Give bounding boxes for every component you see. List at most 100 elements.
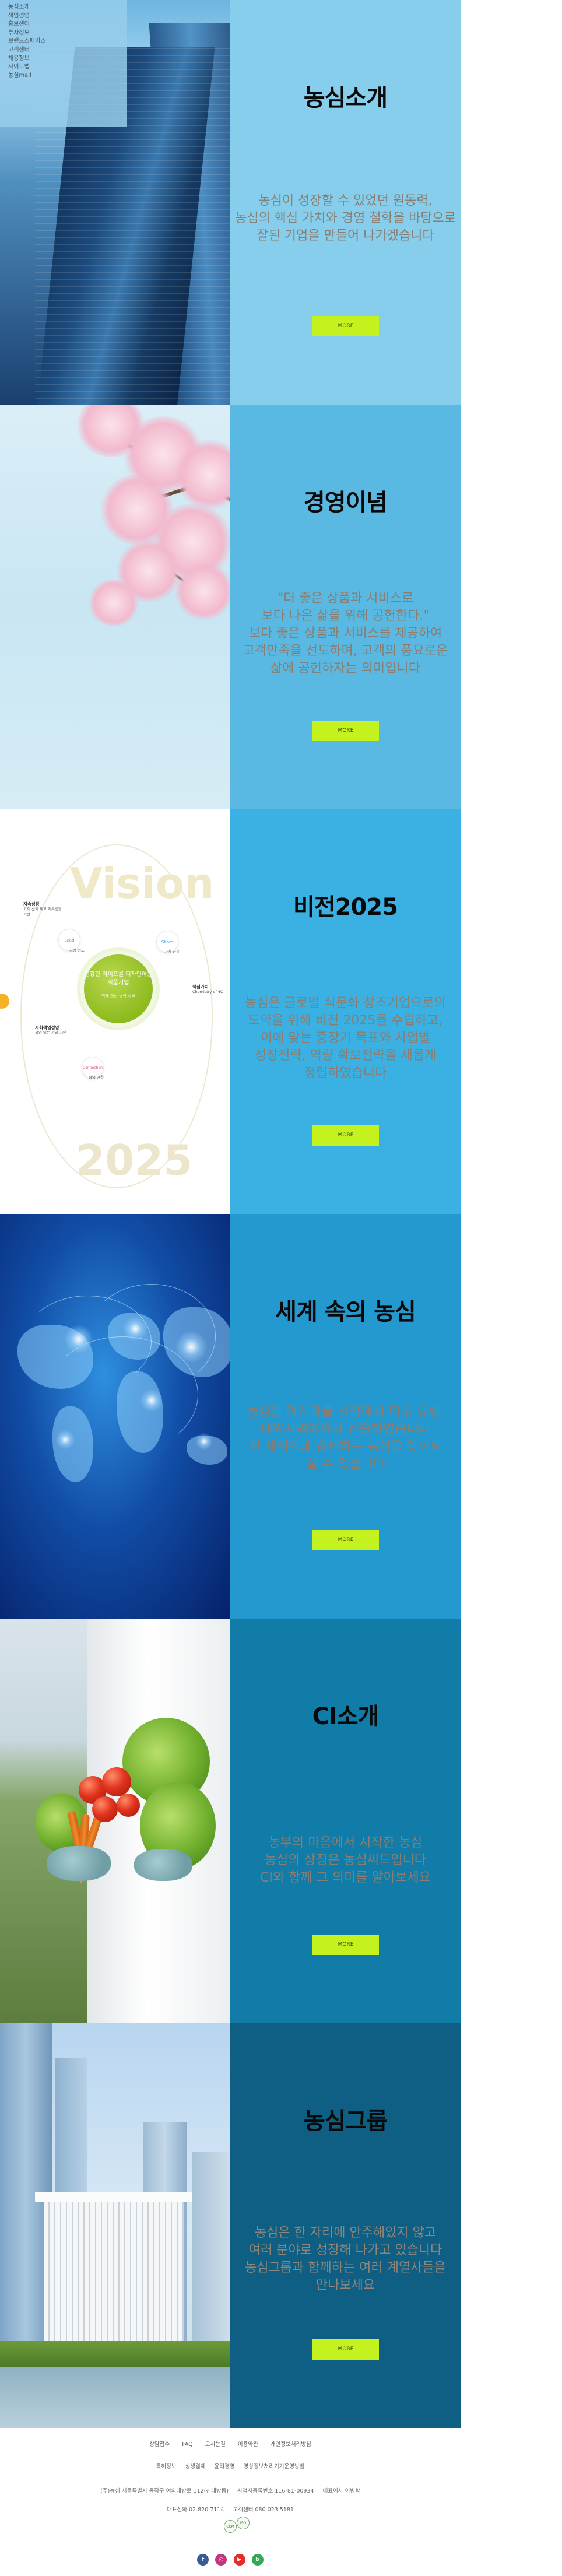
core-title: 건강한 라이프를 디자인하는 식품기업 — [84, 971, 153, 986]
desc-line: 보다 좋은 상품과 서비스를 제공하여 — [248, 626, 442, 641]
footer-link-privacy[interactable]: 개인정보처리방침 — [271, 2441, 311, 2448]
nav-item-support[interactable]: 고객센터 — [8, 46, 45, 55]
lead-caption: 시장 선도 — [69, 948, 85, 953]
core-subtitle: 미래 성장 동력 확보 — [101, 994, 136, 998]
trees-shape — [0, 2341, 230, 2367]
city-light — [175, 1331, 208, 1363]
nav-item-mall[interactable]: 농심mall — [8, 72, 45, 80]
buildings-photo — [0, 2023, 230, 2428]
certification-marks: CCM ISO — [224, 2517, 251, 2536]
section-content: 비전2025 농심은 글로벌 식문화 창조기업으로의 도약을 위해 비전 202… — [230, 809, 461, 1214]
nav-item-about[interactable]: 농심소개 — [8, 3, 45, 12]
nav-overlay: 농심소개 책임경영 홍보센터 투자정보 브랜드스페이스 고객센터 채용정보 사이… — [0, 0, 127, 127]
desc-line: 정립하였습니다 — [304, 1066, 387, 1080]
desc-line: 성장전략, 역량 확보전략을 새롭게 — [254, 1048, 437, 1063]
nav-item-pr[interactable]: 홍보센터 — [8, 20, 45, 29]
vision-label-csr: 사회책임경영 책임 있는 기업 시민 — [35, 1025, 67, 1035]
city-light — [64, 1325, 93, 1354]
footer-company-info: (주)농심 서울특별시 동작구 여의대방로 112(신대방동) 사업자등록번호 … — [0, 2486, 461, 2494]
tomato-shape — [102, 1767, 131, 1796]
section-content: 경영이념 "더 좋은 상품과 서비스로 보다 나은 삶을 위해 공헌한다." 보… — [230, 405, 461, 809]
year-watermark: 2025 — [76, 1136, 193, 1185]
section-title: 비전2025 — [293, 894, 398, 921]
section-group: 농심그룹 농심은 한 자리에 안주해있지 않고 여러 분야로 성장해 나가고 있… — [0, 2023, 461, 2428]
footer: 상담접수 FAQ 오시는길 이용약관 개인정보처리방침 특허정보 상생결제 윤리… — [0, 2428, 461, 2576]
vision-label-core-value: 핵심가치 Chemistry of 4C — [192, 984, 223, 994]
tomato-shape — [92, 1796, 118, 1822]
section-title: 농심소개 — [303, 85, 388, 111]
more-button[interactable]: MORE — [312, 1125, 379, 1146]
more-button[interactable]: MORE — [312, 2339, 379, 2360]
nav-item-careers[interactable]: 채용정보 — [8, 55, 45, 64]
social-links: f ◎ ▶ b — [0, 2552, 461, 2566]
facebook-icon[interactable]: f — [197, 2554, 209, 2566]
iso-badge-icon: ISO — [237, 2517, 250, 2529]
more-button[interactable]: MORE — [312, 1530, 379, 1550]
glove-shape — [134, 1849, 192, 1881]
footer-links-secondary: 특허정보 상생결제 윤리경영 영상정보처리기기운영방침 — [0, 2462, 461, 2470]
desc-line: 이에 맞는 중장기 목표와 사업별 — [260, 1031, 431, 1045]
nav-item-invest[interactable]: 투자정보 — [8, 29, 45, 38]
side-nav: 농심소개 책임경영 홍보센터 투자정보 브랜드스페이스 고객센터 채용정보 사이… — [8, 3, 45, 80]
instagram-icon[interactable]: ◎ — [215, 2554, 227, 2566]
desc-line: 도약을 위해 비전 2025를 수립하고, — [248, 1013, 443, 1028]
desc-line: CI와 함께 그 의미를 알아보세요 — [260, 1870, 431, 1885]
business-number: 사업자등록번호 116-81-00934 — [237, 2488, 314, 2494]
desc-line: 만나보세요 — [315, 2278, 375, 2293]
desc-line: 여러 분야로 성장해 나가고 있습니다 — [248, 2243, 442, 2258]
footer-links: 상담접수 FAQ 오시는길 이용약관 개인정보처리방침 — [0, 2437, 461, 2448]
desc-line: 대양지역에까지 진출하였습니다 — [261, 1422, 430, 1437]
section-content: 농심소개 농심이 성장할 수 있었던 원동력, 농심의 핵심 가치와 경영 철학… — [230, 0, 461, 405]
section-content: 세계 속의 농심 농심은 아시아를 시작해서 미주 유럽, 대양지역에까지 진출… — [230, 1214, 461, 1619]
footer-link-directions[interactable]: 오시는길 — [205, 2441, 226, 2448]
footer-link-faq[interactable]: FAQ — [182, 2441, 192, 2448]
connection-caption: 협업 연결 — [89, 1075, 104, 1080]
footer-link-terms[interactable]: 이용약관 — [238, 2441, 258, 2448]
cherry-blossom-photo — [0, 405, 230, 809]
section-content: CI소개 농부의 마음에서 시작한 농심 농심의 상징은 농심씨드입니다 CI와… — [230, 1619, 461, 2023]
page: 농심소개 책임경영 홍보센터 투자정보 브랜드스페이스 고객센터 채용정보 사이… — [0, 0, 562, 2576]
desc-line: 잘된 기업을 만들어 나가겠습니다 — [257, 229, 434, 243]
blog-icon[interactable]: b — [251, 2554, 264, 2566]
skyscraper-photo: 농심소개 책임경영 홍보센터 투자정보 브랜드스페이스 고객센터 채용정보 사이… — [0, 0, 230, 405]
section-description: 농심이 성장할 수 있었던 원동력, 농심의 핵심 가치와 경영 철학을 바탕으… — [230, 192, 461, 245]
nav-item-sitemap[interactable]: 사이트맵 — [8, 63, 45, 72]
section-ci: CI소개 농부의 마음에서 시작한 농심 농심의 상징은 농심씨드입니다 CI와… — [0, 1619, 461, 2023]
consult-phone: 고객센터 080.023.5181 — [233, 2507, 294, 2513]
footer-contact: 대표전화 02.820.7114 고객센터 080.023.5181 — [0, 2505, 461, 2513]
tomato-shape — [117, 1794, 140, 1817]
nav-item-brand[interactable]: 브랜드스페이스 — [8, 37, 45, 46]
footer-link-cctv[interactable]: 영상정보처리기기운영방침 — [244, 2463, 305, 2470]
footer-link-payment[interactable]: 상생결제 — [185, 2463, 206, 2470]
vision-diagram: Vision 2025 건강한 라이프를 디자인하는 식품기업 미래 성장 동력… — [0, 809, 230, 1214]
footer-link-patent[interactable]: 특허정보 — [156, 2463, 177, 2470]
footer-link-ethics[interactable]: 윤리경영 — [215, 2463, 235, 2470]
more-button[interactable]: MORE — [312, 721, 379, 741]
more-button[interactable]: MORE — [312, 316, 379, 336]
desc-line: 농심은 글로벌 식문화 창조기업으로의 — [245, 996, 446, 1010]
vision-watermark: Vision — [70, 859, 215, 908]
section-title: 세계 속의 농심 — [275, 1298, 416, 1325]
desc-line: 농심의 핵심 가치와 경영 철학을 바탕으로 — [234, 211, 456, 226]
section-description: 농심은 한 자리에 안주해있지 않고 여러 분야로 성장해 나가고 있습니다 농… — [230, 2224, 461, 2294]
section-title: 경영이념 — [303, 489, 388, 516]
vision-label-growth: 지속성장 고객 신뢰 제고 지속성장 기반 — [23, 901, 62, 917]
nav-item-responsibility[interactable]: 책임경영 — [8, 12, 45, 21]
desc-line: 삶에 공헌하자는 의미입니다 — [271, 661, 420, 676]
section-title: CI소개 — [312, 1703, 380, 1730]
blossom-cluster — [175, 562, 230, 620]
desc-line: 고객만족을 선도하며, 고객의 풍요로운 — [243, 644, 448, 658]
footer-link-consult[interactable]: 상담접수 — [149, 2441, 170, 2448]
vision-core-circle: 건강한 라이프를 디자인하는 식품기업 미래 성장 동력 확보 — [80, 951, 156, 1027]
section-global: 세계 속의 농심 농심은 아시아를 시작해서 미주 유럽, 대양지역에까지 진출… — [0, 1214, 461, 1619]
world-map-photo — [0, 1214, 230, 1619]
desc-line: 보다 나은 삶을 위해 공헌한다." — [261, 609, 430, 623]
more-button[interactable]: MORE — [312, 1935, 379, 1955]
city-light — [55, 1430, 75, 1450]
building-roof — [35, 2192, 192, 2202]
ccm-badge-icon: CCM — [224, 2520, 237, 2533]
section-content: 농심그룹 농심은 한 자리에 안주해있지 않고 여러 분야로 성장해 나가고 있… — [230, 2023, 461, 2428]
city-light — [195, 1433, 213, 1450]
youtube-icon[interactable]: ▶ — [233, 2554, 245, 2566]
ceo-name: 대표이사 이병학 — [322, 2488, 360, 2494]
